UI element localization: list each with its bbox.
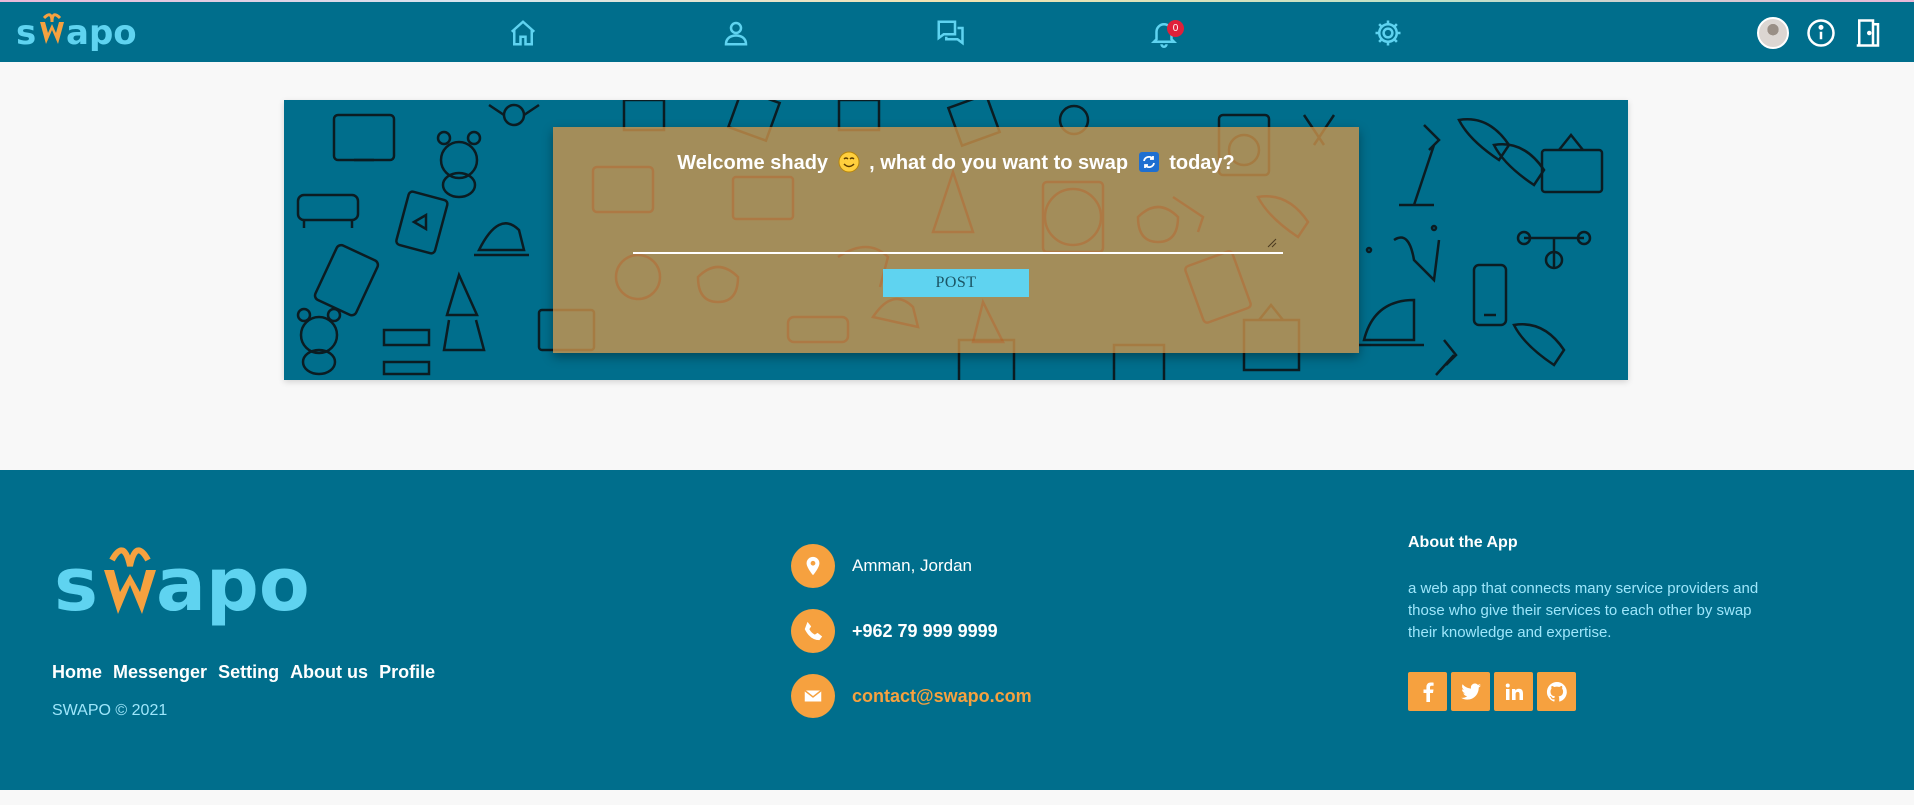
- top-accent-strip: [0, 0, 1914, 2]
- footer-link-messenger[interactable]: Messenger: [113, 662, 207, 683]
- user-icon[interactable]: [719, 16, 753, 50]
- linkedin-icon[interactable]: [1494, 672, 1533, 711]
- email-link[interactable]: contact@swapo.com: [852, 686, 1032, 707]
- footer-link-setting[interactable]: Setting: [218, 662, 279, 683]
- svg-text:apo: apo: [156, 542, 310, 628]
- copyright-text: SWAPO © 2021: [52, 702, 168, 719]
- svg-text:apo: apo: [66, 13, 137, 52]
- post-box: Welcome shady , what do you want to swap…: [553, 127, 1359, 353]
- gear-icon[interactable]: [1371, 16, 1405, 50]
- logout-door-icon[interactable]: [1852, 17, 1884, 49]
- textarea-resize-handle[interactable]: [1267, 238, 1277, 248]
- post-banner: Welcome shady , what do you want to swap…: [284, 100, 1628, 380]
- map-pin-icon: [791, 544, 835, 588]
- post-textarea[interactable]: [633, 182, 1283, 254]
- welcome-prefix: Welcome shady: [677, 152, 829, 174]
- facebook-icon[interactable]: [1408, 672, 1447, 711]
- footer-link-home[interactable]: Home: [52, 662, 102, 683]
- notification-badge: 0: [1167, 20, 1184, 37]
- swap-arrows-icon: [1138, 152, 1159, 172]
- social-links: [1408, 672, 1576, 711]
- about-title: About the App: [1408, 534, 1518, 551]
- post-button[interactable]: POST: [883, 269, 1029, 297]
- twitter-icon[interactable]: [1451, 672, 1490, 711]
- top-navbar: s apo 0: [0, 0, 1914, 62]
- welcome-message: Welcome shady , what do you want to swap…: [553, 151, 1359, 175]
- svg-text:s: s: [16, 13, 36, 52]
- github-icon[interactable]: [1537, 672, 1576, 711]
- swapo-logo[interactable]: s apo: [14, 8, 144, 52]
- svg-text:s: s: [54, 542, 98, 628]
- location-text: Amman, Jordan: [852, 556, 972, 575]
- about-description: a web app that connects many service pro…: [1408, 580, 1759, 641]
- smiling-face-icon: [838, 151, 860, 173]
- phone-icon: [791, 609, 835, 653]
- contact-phone: +962 79 999 9999: [791, 609, 998, 653]
- phone-text: +962 79 999 9999: [852, 620, 998, 641]
- footer: s apo Home Messenger Setting About us Pr…: [0, 470, 1914, 790]
- footer-nav: Home Messenger Setting About us Profile: [52, 662, 435, 683]
- footer-link-profile[interactable]: Profile: [379, 662, 435, 683]
- envelope-icon: [791, 674, 835, 718]
- bell-icon[interactable]: 0: [1147, 16, 1184, 50]
- messenger-icon[interactable]: [933, 16, 967, 50]
- contact-email: contact@swapo.com: [791, 674, 1032, 718]
- welcome-suffix: today?: [1169, 152, 1235, 174]
- avatar[interactable]: [1757, 17, 1789, 49]
- swapo-logo-large[interactable]: s apo: [52, 530, 342, 630]
- footer-link-about-us[interactable]: About us: [290, 662, 368, 683]
- home-icon[interactable]: [506, 16, 540, 50]
- info-icon[interactable]: [1805, 17, 1837, 49]
- contact-location: Amman, Jordan: [791, 544, 972, 588]
- welcome-middle: , what do you want to swap: [869, 152, 1129, 174]
